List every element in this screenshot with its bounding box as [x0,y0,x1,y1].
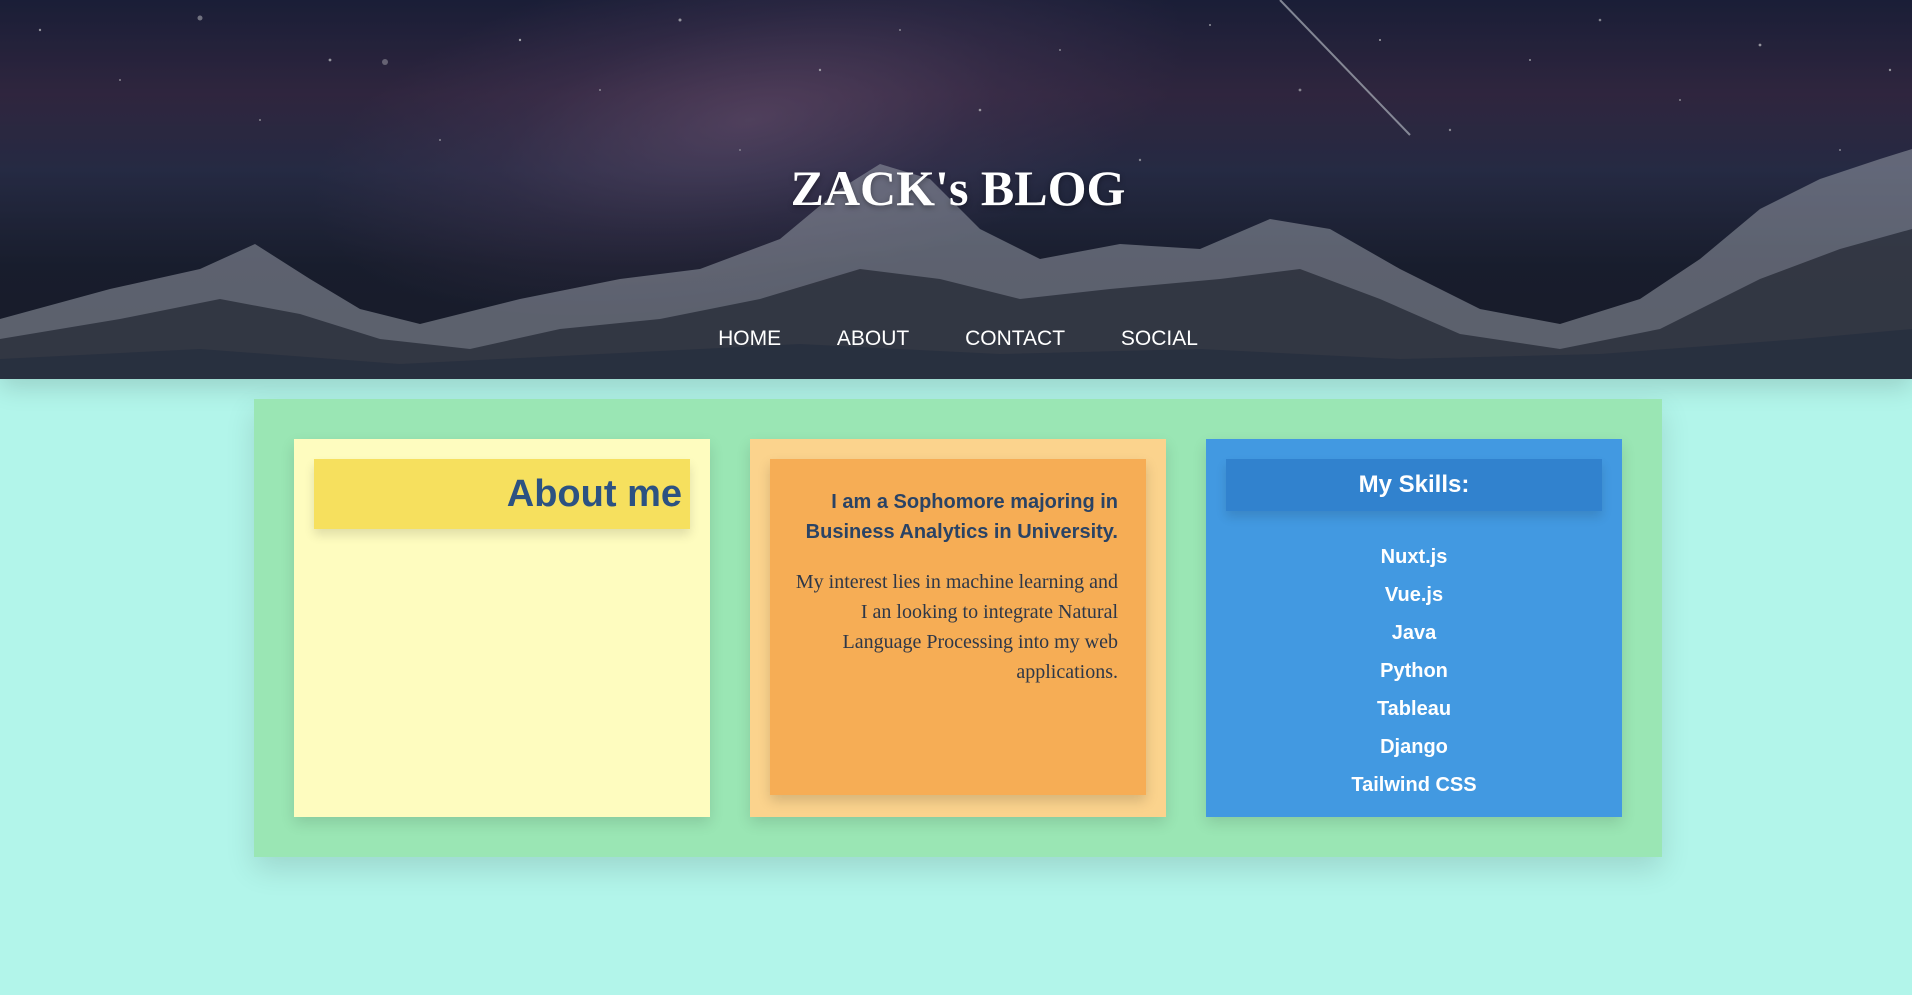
bio-panel: I am a Sophomore majoring in Business An… [770,459,1146,795]
about-heading: About me [506,473,682,515]
skills-card: My Skills: Nuxt.js Vue.js Java Python Ta… [1206,439,1622,817]
skill-item: Java [1391,622,1437,644]
bio-lead: I am a Sophomore majoring in Business An… [805,491,1118,543]
skill-item: Tableau [1376,698,1452,720]
site-title: ZACK's BLOG [790,160,1126,216]
skill-item: Python [1380,660,1448,682]
nav-contact-link[interactable]: CONTACT [965,327,1065,350]
skill-item: Vue.js [1384,584,1444,606]
nav-social-link[interactable]: SOCIAL [1121,327,1198,350]
skills-list: Nuxt.js Vue.js Java Python Tableau Djang… [1206,538,1622,804]
main-nav: HOME ABOUT CONTACT SOCIAL [0,324,1912,354]
skill-item: Nuxt.js [1380,546,1448,568]
bio-card: I am a Sophomore majoring in Business An… [750,439,1166,817]
skills-heading: My Skills: [1226,459,1602,511]
skill-item: Django [1380,736,1448,758]
skill-item: Tailwind CSS [1351,774,1477,796]
nav-home-link[interactable]: HOME [718,327,781,350]
hero-header: ZACK's BLOG HOME ABOUT CONTACT SOCIAL [0,0,1912,379]
about-header: About me [314,459,690,529]
nav-about-link[interactable]: ABOUT [837,327,909,350]
content-board: About me I am a Sophomore majoring in Bu… [254,399,1662,857]
about-card: About me [294,439,710,817]
bio-text: My interest lies in machine learning and… [795,571,1118,683]
